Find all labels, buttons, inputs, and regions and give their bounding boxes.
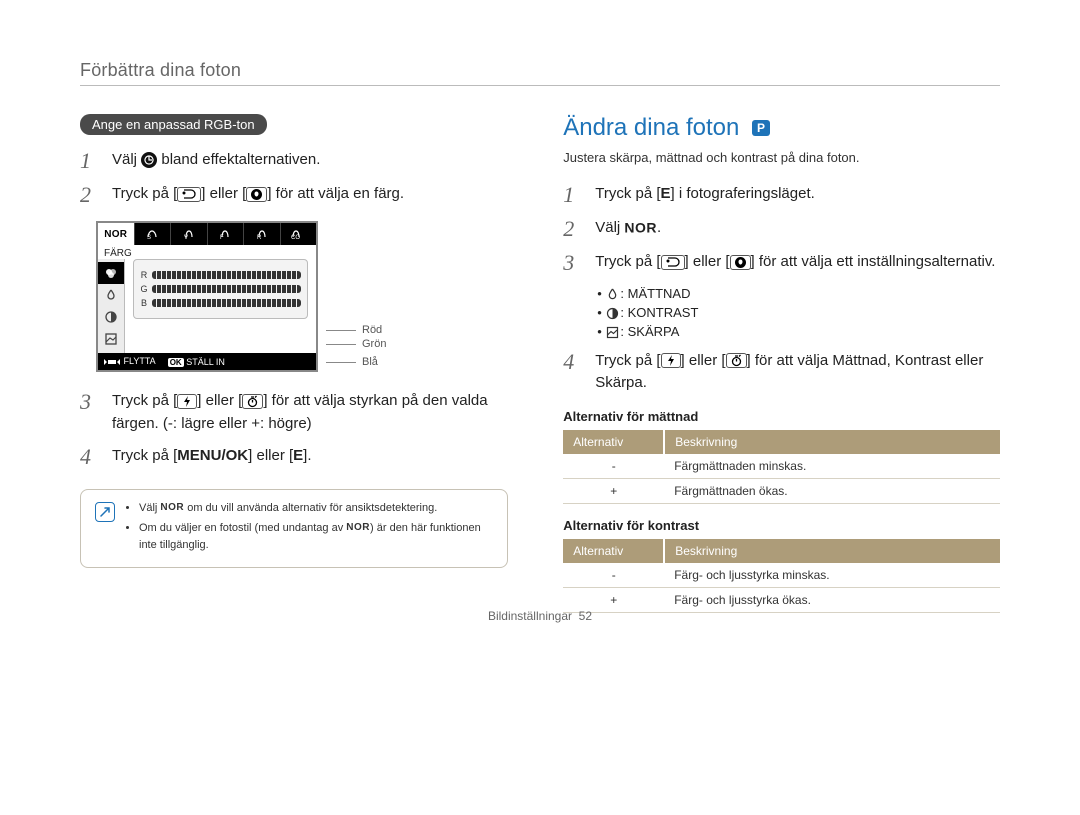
side-rgb-icon <box>98 262 124 284</box>
rgb-b-label: B <box>140 298 148 308</box>
timer-key-icon <box>242 394 263 409</box>
rgb-g-label: G <box>140 284 148 294</box>
droplet-icon <box>605 287 620 302</box>
note-item: Välj NOR om du vill använda alternativ f… <box>139 500 493 518</box>
rgb-r-bar <box>152 271 301 279</box>
section-subtitle: Justera skärpa, mättnad och kontrast på … <box>563 150 1000 165</box>
side-sharpness-icon <box>98 328 124 350</box>
svg-text:R: R <box>257 235 262 241</box>
subsection-pill: Ange en anpassad RGB-ton <box>80 114 267 135</box>
step: 2 Tryck på [] eller [] för att välja en … <box>80 183 508 207</box>
page-header: Förbättra dina foton <box>80 60 1000 81</box>
note-box: Välj NOR om du vill använda alternativ f… <box>80 489 508 568</box>
step-number: 1 <box>563 183 585 207</box>
step-text: Tryck på [MENU/OK] eller [E]. <box>112 445 508 468</box>
contrast-table: Alternativ Beskrivning - Färg- och ljuss… <box>563 539 1000 613</box>
svg-text:S: S <box>147 235 151 241</box>
rgb-r-label: R <box>140 270 148 280</box>
step-text: Tryck på [] eller [] för att välja en fä… <box>112 183 508 206</box>
saturation-table: Alternativ Beskrivning - Färgmättnaden m… <box>563 430 1000 504</box>
step-text: Tryck på [E] i fotograferingsläget. <box>595 183 1000 206</box>
step-text: Tryck på [] eller [] för att välja Mättn… <box>595 350 1000 395</box>
macro-right-key-icon <box>246 187 267 202</box>
step-text: Tryck på [] eller [] för att välja ett i… <box>595 251 1000 274</box>
step-number: 4 <box>563 350 585 374</box>
header-rule <box>80 85 1000 86</box>
step-text: Tryck på [] eller [] för att välja styrk… <box>112 390 508 435</box>
info-note-icon <box>95 502 115 522</box>
nor-label: NOR <box>346 522 370 533</box>
svg-text:V: V <box>184 235 188 241</box>
custom-rgb-circle-icon <box>141 152 157 168</box>
style-tab-forest-icon: F <box>208 223 245 245</box>
nor-label: NOR <box>624 220 657 236</box>
camera-ui-illustration: NOR S V F R CO FÄRG <box>96 221 508 372</box>
step: 1 Välj bland effektalternativen. <box>80 149 508 173</box>
step: 4 Tryck på [] eller [] för att välja Mät… <box>563 350 1000 395</box>
step-number: 1 <box>80 149 102 173</box>
step-text: Välj NOR. <box>595 217 1000 240</box>
style-tab-vivid-icon: V <box>171 223 208 245</box>
side-contrast-icon <box>98 306 124 328</box>
style-tab-soft-icon: S <box>135 223 172 245</box>
step: 1 Tryck på [E] i fotograferingsläget. <box>563 183 1000 207</box>
camera-footer-set: OK STÄLL IN <box>168 357 225 367</box>
camera-footer-move: FLYTTA <box>103 356 156 367</box>
timer-key-icon <box>726 353 747 368</box>
callout-green: Grön <box>326 338 386 350</box>
rgb-b-bar <box>152 299 301 307</box>
step: 2 Välj NOR. <box>563 217 1000 241</box>
option-saturation: : MÄTTNAD <box>597 286 1000 302</box>
step: 4 Tryck på [MENU/OK] eller [E]. <box>80 445 508 469</box>
th-description: Beskrivning <box>664 430 1000 454</box>
style-tab-cool-icon: CO <box>281 223 317 245</box>
step: 3 Tryck på [] eller [] för att välja ett… <box>563 251 1000 275</box>
style-tab-retro-icon: R <box>244 223 281 245</box>
callout-red: Röd <box>326 324 386 336</box>
step-number: 3 <box>563 251 585 275</box>
contrast-icon <box>605 306 620 321</box>
section-title: Ändra dina foton P <box>563 114 1000 142</box>
step-text: Välj bland effektalternativen. <box>112 149 508 172</box>
step-number: 4 <box>80 445 102 469</box>
step-number: 3 <box>80 390 102 414</box>
flash-key-icon <box>177 394 197 409</box>
table-heading-saturation: Alternativ för mättnad <box>563 409 1000 424</box>
nor-label: NOR <box>160 502 184 513</box>
note-item: Om du väljer en fotostil (med undantag a… <box>139 520 493 555</box>
option-sharpness: : SKÄRPA <box>597 324 1000 340</box>
th-description: Beskrivning <box>664 539 1000 563</box>
svg-text:CO: CO <box>291 235 300 241</box>
step: 3 Tryck på [] eller [] för att välja sty… <box>80 390 508 435</box>
page-footer: Bildinställningar 52 <box>0 609 1080 623</box>
macro-left-key-icon <box>177 187 201 202</box>
style-tab-nor: NOR <box>98 223 135 245</box>
flash-key-icon <box>661 353 681 368</box>
callout-blue: Blå <box>326 356 386 368</box>
step-number: 2 <box>563 217 585 241</box>
table-heading-contrast: Alternativ för kontrast <box>563 518 1000 533</box>
table-row: - Färg- och ljusstyrka minskas. <box>563 563 1000 588</box>
macro-left-key-icon <box>661 255 685 270</box>
svg-text:F: F <box>220 235 224 241</box>
option-contrast: : KONTRAST <box>597 305 1000 321</box>
sharpness-icon <box>605 325 620 340</box>
table-row: - Färgmättnaden minskas. <box>563 454 1000 479</box>
th-option: Alternativ <box>563 539 664 563</box>
side-saturation-icon <box>98 284 124 306</box>
th-option: Alternativ <box>563 430 664 454</box>
rgb-g-bar <box>152 285 301 293</box>
mode-badge: P <box>752 120 770 136</box>
camera-area-title: FÄRG <box>98 245 316 259</box>
step-number: 2 <box>80 183 102 207</box>
table-row: + Färgmättnaden ökas. <box>563 478 1000 503</box>
macro-right-key-icon <box>730 255 751 270</box>
